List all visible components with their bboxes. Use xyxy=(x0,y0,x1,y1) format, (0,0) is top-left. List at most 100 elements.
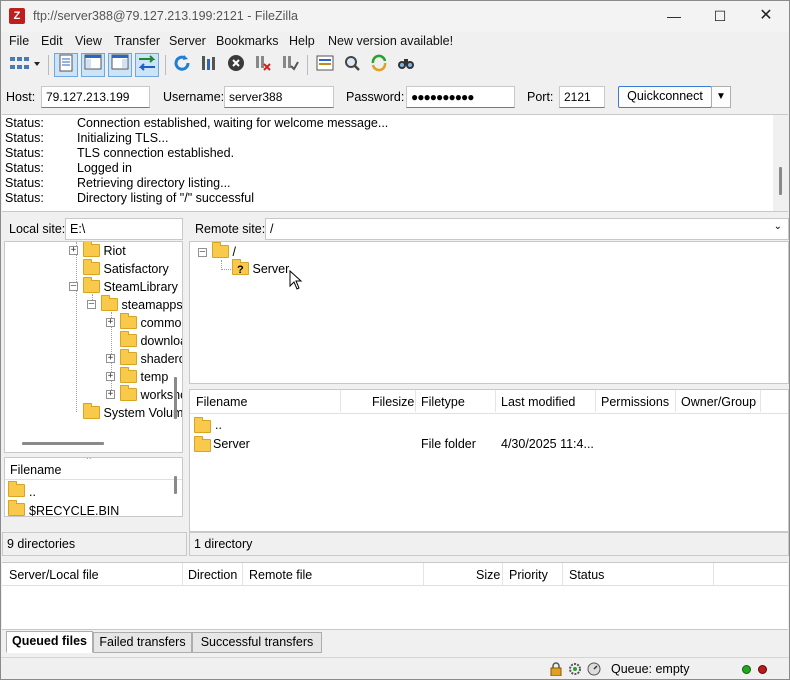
menu-edit[interactable]: Edit xyxy=(41,34,63,48)
tree-item-downloading[interactable]: downloading xyxy=(120,331,182,350)
expand-icon[interactable]: + xyxy=(106,390,115,399)
folder-icon xyxy=(120,385,137,401)
tab-queued-files[interactable]: Queued files xyxy=(6,631,93,653)
remote-header-permissions[interactable]: Permissions xyxy=(601,395,669,409)
queue-header-direction[interactable]: Direction xyxy=(188,568,237,582)
folder-icon xyxy=(120,349,137,365)
chevron-down-icon[interactable]: ⌄ xyxy=(774,221,782,232)
expand-icon[interactable]: + xyxy=(69,246,78,255)
log-scrollbar-thumb[interactable] xyxy=(779,167,782,195)
process-queue-icon[interactable] xyxy=(197,53,221,77)
gear-icon[interactable] xyxy=(568,662,582,676)
mouse-cursor-icon xyxy=(289,270,303,290)
tree-item-riot[interactable]: Riot xyxy=(83,242,126,260)
remote-header-last-modified[interactable]: Last modified xyxy=(501,395,575,409)
menu-new-version[interactable]: New version available! xyxy=(328,34,453,48)
password-input[interactable]: ●●●●●●●●●● xyxy=(406,86,515,108)
toggle-message-log-icon[interactable] xyxy=(54,53,78,77)
remote-header-filetype[interactable]: Filetype xyxy=(421,395,465,409)
reconnect-icon[interactable] xyxy=(278,53,302,77)
tree-item-system-volume[interactable]: System Volume Information xyxy=(83,403,182,422)
folder-icon xyxy=(83,242,100,257)
speed-limit-icon[interactable] xyxy=(587,662,601,676)
tree-item-steamapps[interactable]: steamapps xyxy=(101,295,182,314)
unknown-folder-icon: ? xyxy=(232,259,249,276)
remote-header-filename[interactable]: Filename xyxy=(196,395,247,409)
table-row[interactable]: Server File folder 4/30/2025 11:4... xyxy=(194,435,784,454)
menu-view[interactable]: View xyxy=(75,34,102,48)
transfer-queue: Server/Local file Direction Remote file … xyxy=(2,562,788,630)
refresh-icon[interactable] xyxy=(170,53,194,77)
folder-icon xyxy=(8,500,25,516)
site-manager-icon[interactable] xyxy=(6,53,42,77)
minimize-button[interactable]: — xyxy=(651,1,697,32)
expand-icon[interactable]: + xyxy=(106,354,115,363)
queue-header: Server/Local file Direction Remote file … xyxy=(2,563,788,586)
tab-failed-transfers[interactable]: Failed transfers xyxy=(93,632,192,653)
status-bar: Queue: empty xyxy=(1,657,789,680)
expand-icon[interactable]: + xyxy=(106,318,115,327)
local-site-path[interactable]: E:\ xyxy=(65,218,183,240)
table-row[interactable]: .. xyxy=(194,416,784,435)
list-item[interactable]: $RECYCLE.BIN xyxy=(8,500,119,516)
remote-file-list: Filename ⌃ Filesize Filetype Last modifi… xyxy=(189,389,789,532)
synchronized-browsing-icon[interactable] xyxy=(367,53,391,77)
list-scrollbar-thumb[interactable] xyxy=(174,476,177,494)
tree-item-temp[interactable]: temp xyxy=(120,367,168,386)
menu-bookmarks[interactable]: Bookmarks xyxy=(216,34,279,48)
toolbar xyxy=(1,51,789,79)
sort-ascending-icon: ⌃ xyxy=(85,457,93,465)
find-files-icon[interactable] xyxy=(394,53,418,77)
tree-item-common[interactable]: common xyxy=(120,313,182,332)
menu-help[interactable]: Help xyxy=(289,34,315,48)
menu-file[interactable]: File xyxy=(9,34,29,48)
tree-hscrollbar-thumb[interactable] xyxy=(22,442,104,445)
queue-header-remote-file[interactable]: Remote file xyxy=(249,568,312,582)
folder-icon xyxy=(83,259,100,275)
port-input[interactable]: 2121 xyxy=(559,86,605,108)
toggle-local-tree-icon[interactable] xyxy=(81,53,105,77)
window-title: ftp://server388@79.127.213.199:2121 - Fi… xyxy=(33,9,298,23)
local-header-filename[interactable]: Filename xyxy=(10,463,61,477)
collapse-icon[interactable]: – xyxy=(198,248,207,257)
disconnect-icon[interactable] xyxy=(251,53,275,77)
username-label: Username: xyxy=(163,90,225,104)
tree-item-server[interactable]: ? Server xyxy=(232,259,289,278)
tree-scrollbar-thumb[interactable] xyxy=(174,377,177,419)
local-directory-tree: + Riot Satisfactory – SteamLibrary – ste… xyxy=(4,241,183,453)
menu-transfer[interactable]: Transfer xyxy=(114,34,160,48)
quickconnect-button[interactable]: Quickconnect xyxy=(618,86,712,108)
folder-icon xyxy=(8,481,25,497)
collapse-icon[interactable]: – xyxy=(69,282,78,291)
queue-header-priority[interactable]: Priority xyxy=(509,568,548,582)
menu-server[interactable]: Server xyxy=(169,34,206,48)
quickconnect-dropdown-icon[interactable]: ▼ xyxy=(711,86,731,108)
tab-successful-transfers[interactable]: Successful transfers xyxy=(192,632,322,653)
queue-header-size[interactable]: Size xyxy=(476,568,500,582)
toggle-remote-tree-icon[interactable] xyxy=(108,53,132,77)
search-icon[interactable] xyxy=(340,53,364,77)
cancel-operation-icon[interactable] xyxy=(224,53,248,77)
remote-site-path[interactable]: / ⌄ xyxy=(265,218,789,240)
username-input[interactable]: server388 xyxy=(224,86,334,108)
tree-item-shadercache[interactable]: shadercache xyxy=(120,349,182,368)
remote-header-owner-group[interactable]: Owner/Group xyxy=(681,395,756,409)
filezilla-window: Z ftp://server388@79.127.213.199:2121 - … xyxy=(0,0,790,680)
lock-icon[interactable] xyxy=(549,662,563,677)
local-list-header: Filename ⌃ xyxy=(5,458,182,480)
queue-header-status[interactable]: Status xyxy=(569,568,604,582)
toggle-transfer-queue-icon[interactable] xyxy=(135,53,159,77)
collapse-icon[interactable]: – xyxy=(87,300,96,309)
remote-header-filesize[interactable]: Filesize xyxy=(372,395,414,409)
close-button[interactable]: ✕ xyxy=(743,1,789,32)
remote-site-bar: Remote site: / ⌄ xyxy=(189,217,789,241)
expand-icon[interactable]: + xyxy=(106,372,115,381)
tree-item-steamlibrary[interactable]: SteamLibrary xyxy=(83,277,178,296)
host-input[interactable]: 79.127.213.199 xyxy=(41,86,150,108)
log-scrollbar[interactable] xyxy=(773,115,788,211)
tree-item-satisfactory[interactable]: Satisfactory xyxy=(83,259,169,278)
folder-icon xyxy=(194,417,211,433)
queue-header-server-local-file[interactable]: Server/Local file xyxy=(9,568,99,582)
maximize-button[interactable]: ☐ xyxy=(697,1,743,32)
directory-listing-filters-icon[interactable] xyxy=(313,53,337,77)
